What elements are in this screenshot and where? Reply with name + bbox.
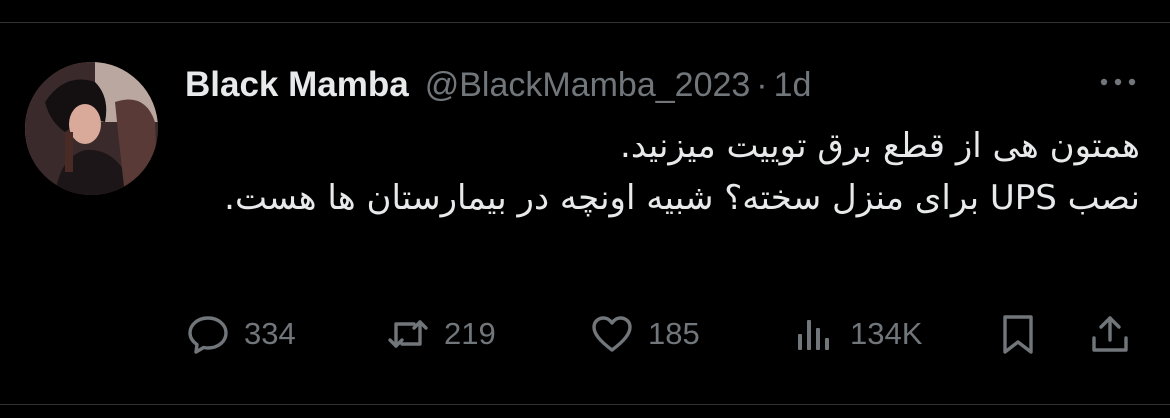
more-icon — [1100, 78, 1136, 86]
retweet-count: 219 — [444, 316, 496, 351]
tweet-header: Black Mamba @BlackMamba_2023 · 1d — [185, 60, 811, 110]
share-button[interactable] — [1088, 308, 1132, 360]
bookmark-icon — [996, 312, 1040, 356]
more-options-button[interactable] — [1096, 72, 1140, 92]
author-handle[interactable]: @BlackMamba_2023 — [425, 66, 751, 105]
avatar-image — [25, 62, 158, 195]
separator-dot: · — [756, 65, 768, 104]
views-icon — [792, 312, 836, 356]
like-count: 185 — [648, 316, 700, 351]
avatar[interactable] — [25, 62, 158, 195]
bookmark-button[interactable] — [996, 308, 1040, 360]
like-button[interactable]: 185 — [590, 308, 700, 360]
author-display-name[interactable]: Black Mamba — [185, 65, 409, 105]
heart-icon — [590, 312, 634, 356]
reply-button[interactable]: 334 — [186, 308, 296, 360]
reply-icon — [186, 312, 230, 356]
views-count: 134K — [850, 316, 923, 351]
reply-count: 334 — [244, 316, 296, 351]
top-divider — [0, 22, 1170, 23]
tweet-text: همتون هی از قطع برق توییت میزنید. نصب UP… — [224, 126, 1140, 218]
retweet-button[interactable]: 219 — [386, 308, 496, 360]
retweet-icon — [386, 312, 430, 356]
views-button[interactable]: 134K — [792, 308, 922, 360]
tweet-timestamp[interactable]: 1d — [774, 66, 812, 105]
share-icon — [1088, 312, 1132, 356]
action-bar: 334 219 185 134K — [186, 308, 1136, 360]
bottom-divider — [0, 404, 1170, 405]
